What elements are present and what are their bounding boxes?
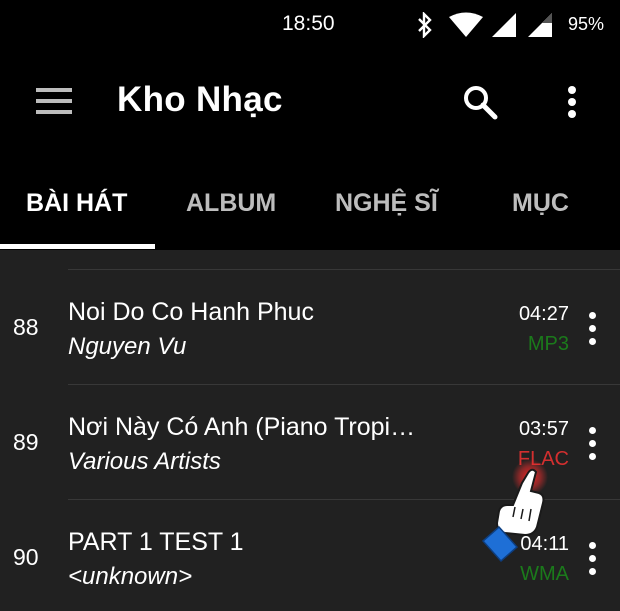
song-title: PART 1 TEST 1	[68, 528, 244, 556]
app-bar: Kho Nhạc	[0, 50, 620, 155]
song-more-icon[interactable]	[584, 427, 604, 463]
song-format: MP3	[527, 333, 569, 355]
song-more-icon[interactable]	[584, 312, 604, 348]
tab-folder[interactable]: MỤC	[512, 189, 569, 218]
wifi-icon	[449, 12, 483, 37]
song-row[interactable]: 88 Noi Do Co Hanh Phuc Nguyen Vu 04:27 M…	[0, 270, 620, 384]
song-artist: Various Artists	[68, 448, 221, 475]
song-title: Nơi Này Có Anh (Piano Tropi…	[68, 413, 416, 441]
status-time: 18:50	[282, 12, 335, 35]
song-number: 90	[13, 544, 39, 570]
song-list[interactable]: 88 Noi Do Co Hanh Phuc Nguyen Vu 04:27 M…	[0, 250, 620, 611]
song-artist: <unknown>	[68, 563, 193, 590]
song-row[interactable]: 90 PART 1 TEST 1 <unknown> 04:11 WMA	[0, 500, 620, 611]
tab-songs[interactable]: BÀI HÁT	[26, 189, 127, 218]
song-number: 88	[13, 314, 39, 340]
song-format: WMA	[520, 563, 569, 585]
song-title: Noi Do Co Hanh Phuc	[68, 298, 314, 326]
song-format: FLAC	[517, 448, 569, 470]
page-title: Kho Nhạc	[117, 80, 283, 119]
menu-icon[interactable]	[30, 88, 72, 116]
signal-icon	[492, 13, 516, 37]
tab-album[interactable]: ALBUM	[186, 189, 276, 218]
bluetooth-icon	[418, 12, 432, 38]
battery-percentage: 95%	[568, 14, 605, 34]
signal-icon-2	[528, 13, 552, 37]
song-duration: 04:27	[518, 303, 569, 325]
tab-bar: BÀI HÁT ALBUM NGHỆ SĨ MỤC	[0, 155, 620, 250]
song-duration: 03:57	[518, 418, 569, 440]
active-tab-indicator	[0, 244, 155, 249]
tab-artist[interactable]: NGHỆ SĨ	[335, 189, 438, 218]
overflow-menu-icon[interactable]	[558, 84, 588, 124]
status-bar: 18:50 95%	[0, 0, 620, 50]
song-duration: 04:11	[520, 533, 569, 555]
song-number: 89	[13, 429, 39, 455]
search-icon[interactable]	[460, 82, 500, 122]
song-more-icon[interactable]	[584, 542, 604, 578]
song-row[interactable]: 89 Nơi Này Có Anh (Piano Tropi… Various …	[0, 385, 620, 499]
song-artist: Nguyen Vu	[68, 333, 187, 360]
